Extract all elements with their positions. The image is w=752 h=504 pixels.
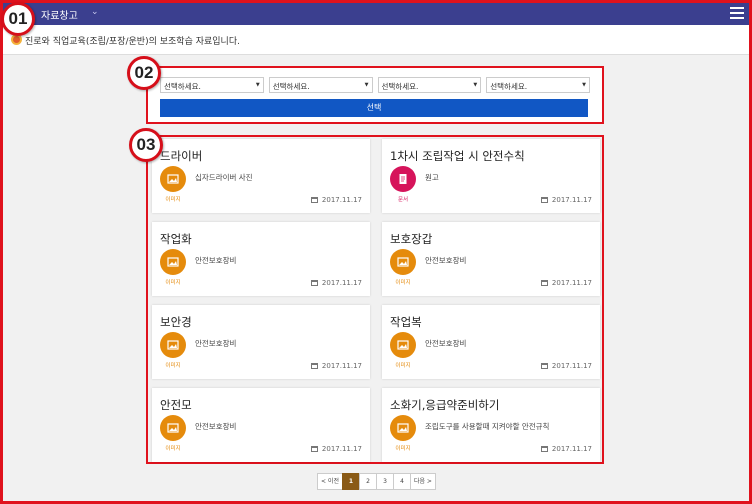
card-date: 2017.11.17 (310, 362, 362, 370)
card-date-text: 2017.11.17 (321, 279, 362, 287)
resource-card[interactable]: 보안경이미지 안전보호장비 2017.11.17 (152, 305, 370, 379)
card-title[interactable]: 작업화 (160, 231, 192, 247)
calendar-icon (310, 197, 318, 203)
card-date: 2017.11.17 (540, 362, 592, 370)
card-date: 2017.11.17 (310, 445, 362, 453)
card-date-text: 2017.11.17 (321, 445, 362, 453)
card-title[interactable]: 보호장갑 (390, 231, 432, 247)
resource-grid: 드라이버 이미지 십자드라이버 사진 2017.11.17 1차시 조립작업 시 안전수… (146, 135, 604, 464)
resource-card[interactable]: 안전모이미지 안전보호장비 2017.11.17 (152, 388, 370, 462)
page-button-2[interactable]: 2 (358, 473, 377, 490)
card-title[interactable]: 소화기,응급약준비하기 (390, 397, 499, 413)
card-date: 2017.11.17 (310, 279, 362, 287)
card-type-label: 이미지 (165, 446, 181, 452)
calendar-icon (540, 363, 548, 369)
top-bar: 자료창고 ⌄ (3, 3, 749, 25)
resource-card[interactable]: 보호장갑이미지 안전보호장비 2017.11.17 (382, 222, 600, 296)
card-description: 조립도구를 사용할때 지켜야할 안전규칙 (425, 422, 550, 431)
image-icon (390, 332, 416, 358)
callout-badge-3: 03 (129, 128, 163, 162)
card-date: 2017.11.17 (540, 196, 592, 204)
page-button-1[interactable]: 1 (341, 473, 360, 490)
card-date-text: 2017.11.17 (321, 196, 362, 204)
calendar-icon (540, 197, 548, 203)
calendar-icon (540, 280, 548, 286)
image-icon (390, 249, 416, 275)
category-select-4[interactable]: 선택하세요. ▼ (486, 77, 590, 93)
card-date: 2017.11.17 (540, 279, 592, 287)
page-button-4[interactable]: 4 (392, 473, 411, 490)
document-icon (390, 166, 416, 192)
chevron-down-icon[interactable]: ⌄ (91, 7, 99, 17)
card-type-label: 이미지 (165, 197, 181, 203)
calendar-icon (310, 446, 318, 452)
card-date-text: 2017.11.17 (551, 445, 592, 453)
pagination: < 이전 1 2 3 4 다음 > (317, 473, 436, 490)
page-button-3[interactable]: 3 (375, 473, 394, 490)
hamburger-menu-icon[interactable] (730, 6, 744, 20)
card-description: 안전보호장비 (195, 256, 237, 265)
category-select-3[interactable]: 선택하세요. ▼ (377, 77, 482, 93)
card-title[interactable]: 안전모 (160, 397, 192, 413)
image-icon (160, 249, 186, 275)
card-date-text: 2017.11.17 (551, 362, 592, 370)
notice-bar: 진로와 직업교육(조립/포장/운반)의 보조학습 자료입니다. (3, 25, 749, 55)
resource-card[interactable]: 소화기,응급약준비하기이미지 조립도구를 사용할때 지켜야할 안전규칙 2017.1… (382, 388, 600, 462)
card-type-label: 이미지 (395, 280, 411, 286)
card-title[interactable]: 1차시 조립작업 시 안전수칙 (390, 148, 525, 164)
image-icon (160, 166, 186, 192)
card-date-text: 2017.11.17 (551, 196, 592, 204)
card-type-label: 문서 (397, 197, 409, 203)
resource-card[interactable]: 1차시 조립작업 시 안전수칙문서 원고 2017.11.17 (382, 139, 600, 213)
next-page-button[interactable]: 다음 > (409, 473, 436, 490)
image-icon (390, 415, 416, 441)
card-description: 안전보호장비 (195, 339, 237, 348)
card-type-label: 이미지 (165, 280, 181, 286)
card-title[interactable]: 작업복 (390, 314, 422, 330)
resource-card[interactable]: 작업복이미지 안전보호장비 2017.11.17 (382, 305, 600, 379)
card-type-label: 이미지 (395, 363, 411, 369)
callout-badge-2: 02 (127, 56, 161, 90)
card-type-label: 이미지 (165, 363, 181, 369)
calendar-icon (310, 280, 318, 286)
card-title[interactable]: 드라이버 (160, 148, 202, 164)
card-description: 안전보호장비 (425, 256, 467, 265)
card-description: 십자드라이버 사진 (195, 173, 253, 182)
prev-page-button[interactable]: < 이전 (317, 473, 343, 490)
card-date-text: 2017.11.17 (321, 362, 362, 370)
notice-text: 진로와 직업교육(조립/포장/운반)의 보조학습 자료입니다. (25, 37, 240, 47)
card-description: 원고 (425, 173, 439, 182)
card-date: 2017.11.17 (540, 445, 592, 453)
card-type-label: 이미지 (395, 446, 411, 452)
calendar-icon (310, 363, 318, 369)
calendar-icon (540, 446, 548, 452)
app-title: 자료창고 (41, 11, 78, 22)
resource-card[interactable]: 작업화이미지 안전보호장비 2017.11.17 (152, 222, 370, 296)
card-description: 안전보호장비 (195, 422, 237, 431)
image-icon (160, 332, 186, 358)
category-select-2[interactable]: 선택하세요. ▼ (268, 77, 373, 93)
filter-panel: 선택하세요. ▼ 선택하세요. ▼ 선택하세요. ▼ 선택하세요. ▼ 선택 (146, 66, 604, 124)
select-button[interactable]: 선택 (160, 99, 588, 117)
card-description: 안전보호장비 (425, 339, 467, 348)
category-select-1[interactable]: 선택하세요. ▼ (160, 77, 264, 93)
card-date: 2017.11.17 (310, 196, 362, 204)
card-title[interactable]: 보안경 (160, 314, 192, 330)
resource-card[interactable]: 드라이버이미지 십자드라이버 사진 2017.11.17 (152, 139, 370, 213)
card-date-text: 2017.11.17 (551, 279, 592, 287)
callout-badge-1: 01 (1, 2, 35, 36)
image-icon (160, 415, 186, 441)
